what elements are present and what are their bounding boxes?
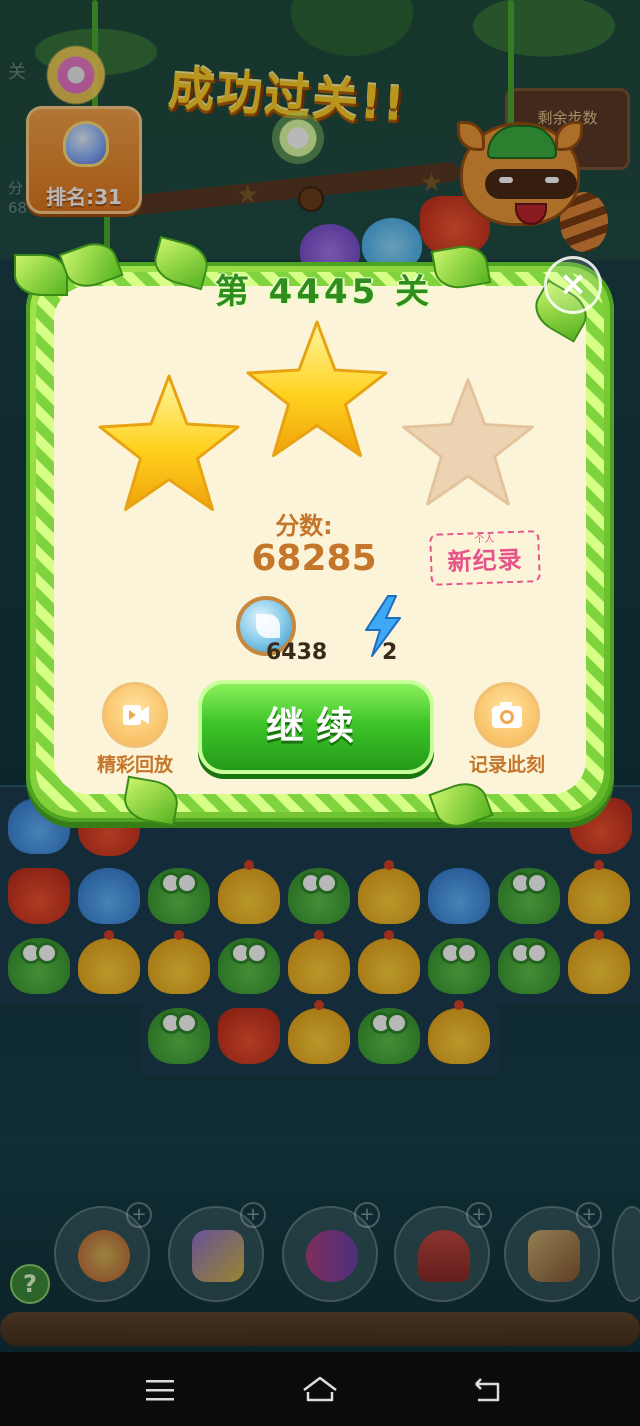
menu-icon[interactable] [140, 1370, 180, 1410]
camera-icon [474, 682, 540, 748]
star-2-icon [246, 320, 388, 457]
system-nav-bar [0, 1352, 640, 1426]
close-icon: × [558, 264, 588, 304]
score-value: 68285 [251, 538, 377, 579]
level-complete-panel: 第 4445 关 × 分数: 68285 个人 新纪录 6438 2 精彩回放 … [14, 235, 626, 834]
coin-leaf-shape [256, 614, 280, 638]
back-icon[interactable] [468, 1370, 508, 1410]
continue-button[interactable]: 继续 [198, 680, 434, 774]
score-label: 分数: [275, 512, 333, 540]
coin-count: 6438 [266, 640, 328, 665]
star-3-empty-icon [402, 378, 534, 506]
energy-count: 2 [382, 640, 398, 665]
replay-label: 精彩回放 [96, 754, 173, 776]
new-record-label: 新纪录 [447, 545, 524, 577]
snapshot-label: 记录此刻 [468, 754, 545, 776]
new-record-stamp: 个人 新纪录 [429, 530, 541, 586]
star-1-icon [98, 374, 240, 511]
replay-video-icon [102, 682, 168, 748]
replay-button[interactable]: 精彩回放 [80, 682, 190, 777]
close-button[interactable]: × [544, 256, 602, 314]
snapshot-button[interactable]: 记录此刻 [452, 682, 562, 777]
home-icon[interactable] [300, 1370, 340, 1410]
level-title: 第 4445 关 [214, 272, 434, 312]
